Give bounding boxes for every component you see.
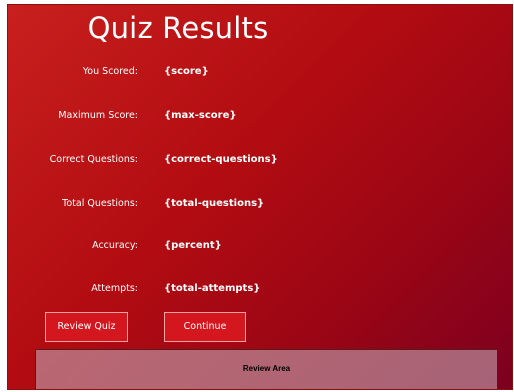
stat-row-attempts: Attempts: {total-attempts} xyxy=(8,279,512,299)
stat-label: Correct Questions: xyxy=(49,154,138,165)
stat-value: {correct-questions} xyxy=(164,154,278,165)
stat-label: Total Questions: xyxy=(62,198,138,209)
stat-row-score: You Scored: {score} xyxy=(8,62,512,82)
stat-label: Maximum Score: xyxy=(58,110,138,121)
stat-label: Accuracy: xyxy=(92,240,138,251)
review-area-label: Review Area xyxy=(242,364,291,373)
stat-value: {max-score} xyxy=(164,110,237,121)
stat-label: You Scored: xyxy=(82,66,138,77)
continue-button[interactable]: Continue xyxy=(164,312,246,342)
stat-row-total-questions: Total Questions: {total-questions} xyxy=(8,194,512,214)
stat-value: {total-questions} xyxy=(164,198,265,209)
stat-row-max-score: Maximum Score: {max-score} xyxy=(8,106,512,126)
page-title: Quiz Results xyxy=(87,11,269,45)
stat-value: {total-attempts} xyxy=(164,283,261,294)
stat-row-accuracy: Accuracy: {percent} xyxy=(8,236,512,256)
stat-row-correct-questions: Correct Questions: {correct-questions} xyxy=(8,150,512,170)
stat-value: {score} xyxy=(164,66,209,77)
quiz-results-panel: Quiz Results You Scored: {score} Maximum… xyxy=(8,5,512,389)
review-area: Review Area xyxy=(35,349,498,389)
stat-label: Attempts: xyxy=(91,283,138,294)
review-quiz-button[interactable]: Review Quiz xyxy=(45,312,128,342)
stat-value: {percent} xyxy=(164,240,222,251)
